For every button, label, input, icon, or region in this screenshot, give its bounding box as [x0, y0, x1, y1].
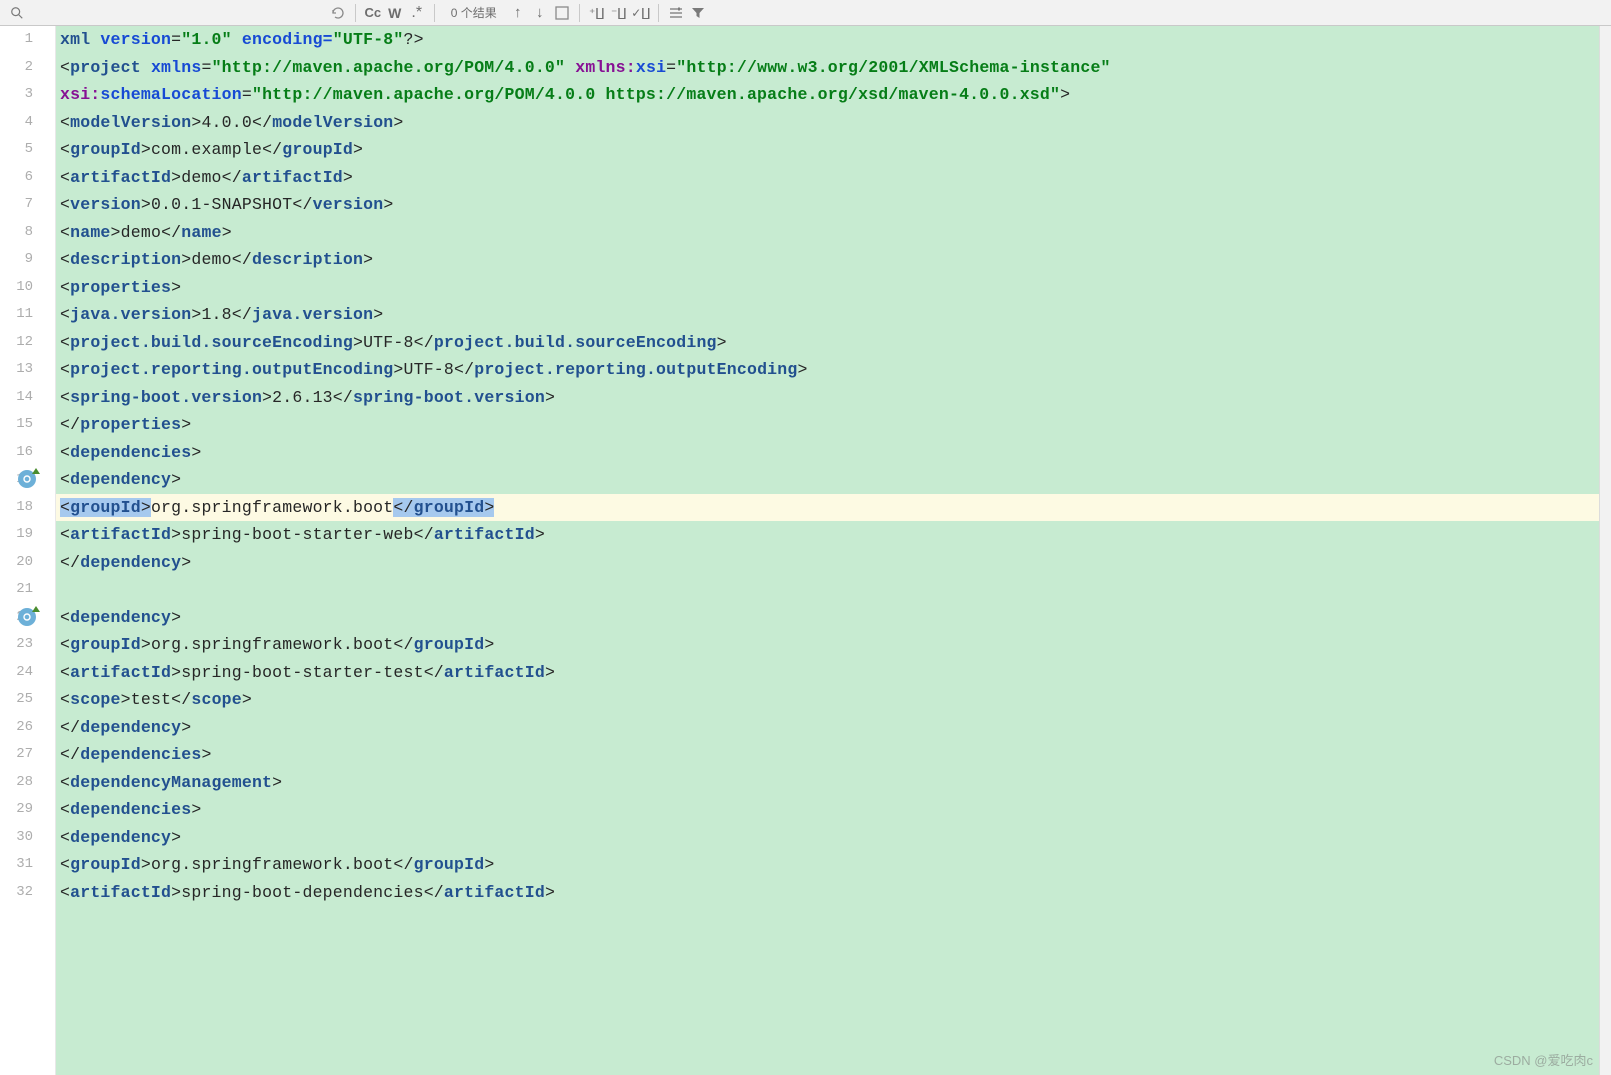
undo-history-icon[interactable] — [327, 2, 349, 24]
code-line[interactable]: <dependency> — [56, 824, 1611, 852]
line-number[interactable]: 27 — [0, 741, 55, 769]
prev-match-icon[interactable]: ↑ — [507, 2, 529, 24]
line-number[interactable]: 11 — [0, 301, 55, 329]
line-number[interactable]: 30 — [0, 824, 55, 852]
line-number[interactable]: 31 — [0, 851, 55, 879]
line-number[interactable]: 15 — [0, 411, 55, 439]
line-number[interactable]: 6 — [0, 164, 55, 192]
code-line[interactable]: </properties> — [56, 411, 1611, 439]
line-number[interactable]: 8 — [0, 219, 55, 247]
filter-icon[interactable] — [687, 2, 709, 24]
find-toolbar: Cc W .* 0 个结果 ↑ ↓ ⁺∐ ⁻∐ ✓∐ — [0, 0, 1611, 26]
line-number[interactable]: 18 — [0, 494, 55, 522]
line-number[interactable]: 12 — [0, 329, 55, 357]
line-number[interactable]: 21 — [0, 576, 55, 604]
code-line[interactable]: </dependencies> — [56, 741, 1611, 769]
next-match-icon[interactable]: ↓ — [529, 2, 551, 24]
line-number[interactable]: 5 — [0, 136, 55, 164]
code-line[interactable]: <version>0.0.1-SNAPSHOT</version> — [56, 191, 1611, 219]
code-line[interactable]: </dependency> — [56, 549, 1611, 577]
code-line[interactable]: <spring-boot.version>2.6.13</spring-boot… — [56, 384, 1611, 412]
search-icon[interactable] — [6, 2, 28, 24]
line-number[interactable]: 9 — [0, 246, 55, 274]
editor[interactable]: 1234567891011121314151617181920212223242… — [0, 26, 1611, 1075]
line-number[interactable]: 19 — [0, 521, 55, 549]
code-line[interactable]: <artifactId>spring-boot-dependencies</ar… — [56, 879, 1611, 907]
code-line[interactable]: <groupId>org.springframework.boot</group… — [56, 494, 1611, 522]
line-number[interactable]: 7 — [0, 191, 55, 219]
maven-reimport-icon[interactable] — [18, 470, 36, 488]
code-line[interactable]: <dependencies> — [56, 796, 1611, 824]
code-line[interactable]: <groupId>com.example</groupId> — [56, 136, 1611, 164]
whole-word-icon[interactable]: W — [384, 2, 406, 24]
code-line[interactable]: <modelVersion>4.0.0</modelVersion> — [56, 109, 1611, 137]
line-number[interactable]: 32 — [0, 879, 55, 907]
code-line[interactable]: <artifactId>demo</artifactId> — [56, 164, 1611, 192]
code-line[interactable]: <scope>test</scope> — [56, 686, 1611, 714]
code-line[interactable]: <dependencies> — [56, 439, 1611, 467]
code-line[interactable]: <project xmlns="http://maven.apache.org/… — [56, 54, 1611, 82]
code-line[interactable]: <artifactId>spring-boot-starter-web</art… — [56, 521, 1611, 549]
line-number[interactable]: 26 — [0, 714, 55, 742]
select-all-icon[interactable] — [551, 2, 573, 24]
watermark: CSDN @爱吃肉c — [1494, 1050, 1593, 1069]
code-line[interactable]: <groupId>org.springframework.boot</group… — [56, 631, 1611, 659]
add-selection-icon[interactable]: ⁺∐ — [586, 2, 608, 24]
line-number[interactable]: 13 — [0, 356, 55, 384]
regex-icon[interactable]: .* — [406, 2, 428, 24]
line-number[interactable]: 28 — [0, 769, 55, 797]
line-number[interactable]: 2 — [0, 54, 55, 82]
code-line[interactable]: xml version="1.0" encoding="UTF-8"?> — [56, 26, 1611, 54]
code-line[interactable]: </dependency> — [56, 714, 1611, 742]
remove-selection-icon[interactable]: ⁻∐ — [608, 2, 630, 24]
line-number[interactable]: 16 — [0, 439, 55, 467]
code-line[interactable]: <artifactId>spring-boot-starter-test</ar… — [56, 659, 1611, 687]
code-line[interactable]: <java.version>1.8</java.version> — [56, 301, 1611, 329]
error-stripe[interactable] — [1599, 26, 1611, 1075]
line-number[interactable]: 20 — [0, 549, 55, 577]
code-line[interactable]: <name>demo</name> — [56, 219, 1611, 247]
code-line[interactable]: <groupId>org.springframework.boot</group… — [56, 851, 1611, 879]
code-line[interactable]: xsi:schemaLocation="http://maven.apache.… — [56, 81, 1611, 109]
line-number[interactable]: 3 — [0, 81, 55, 109]
code-line[interactable]: <project.build.sourceEncoding>UTF-8</pro… — [56, 329, 1611, 357]
check-selection-icon[interactable]: ✓∐ — [630, 2, 652, 24]
code-line[interactable]: <properties> — [56, 274, 1611, 302]
code-line[interactable]: <description>demo</description> — [56, 246, 1611, 274]
match-case-icon[interactable]: Cc — [362, 2, 384, 24]
code-line[interactable] — [56, 576, 1611, 604]
code-line[interactable]: <dependency> — [56, 604, 1611, 632]
results-count: 0 个结果 — [441, 4, 507, 21]
line-number[interactable]: 23 — [0, 631, 55, 659]
code-line[interactable]: <dependencyManagement> — [56, 769, 1611, 797]
line-number[interactable]: 14 — [0, 384, 55, 412]
line-number[interactable]: 25 — [0, 686, 55, 714]
line-number[interactable]: 10 — [0, 274, 55, 302]
line-number[interactable]: 24 — [0, 659, 55, 687]
maven-reimport-icon[interactable] — [18, 608, 36, 626]
line-number[interactable]: 1 — [0, 26, 55, 54]
code-line[interactable]: <project.reporting.outputEncoding>UTF-8<… — [56, 356, 1611, 384]
code-line[interactable]: <dependency> — [56, 466, 1611, 494]
line-number[interactable]: 4 — [0, 109, 55, 137]
settings-bars-icon[interactable] — [665, 2, 687, 24]
line-number[interactable]: 29 — [0, 796, 55, 824]
